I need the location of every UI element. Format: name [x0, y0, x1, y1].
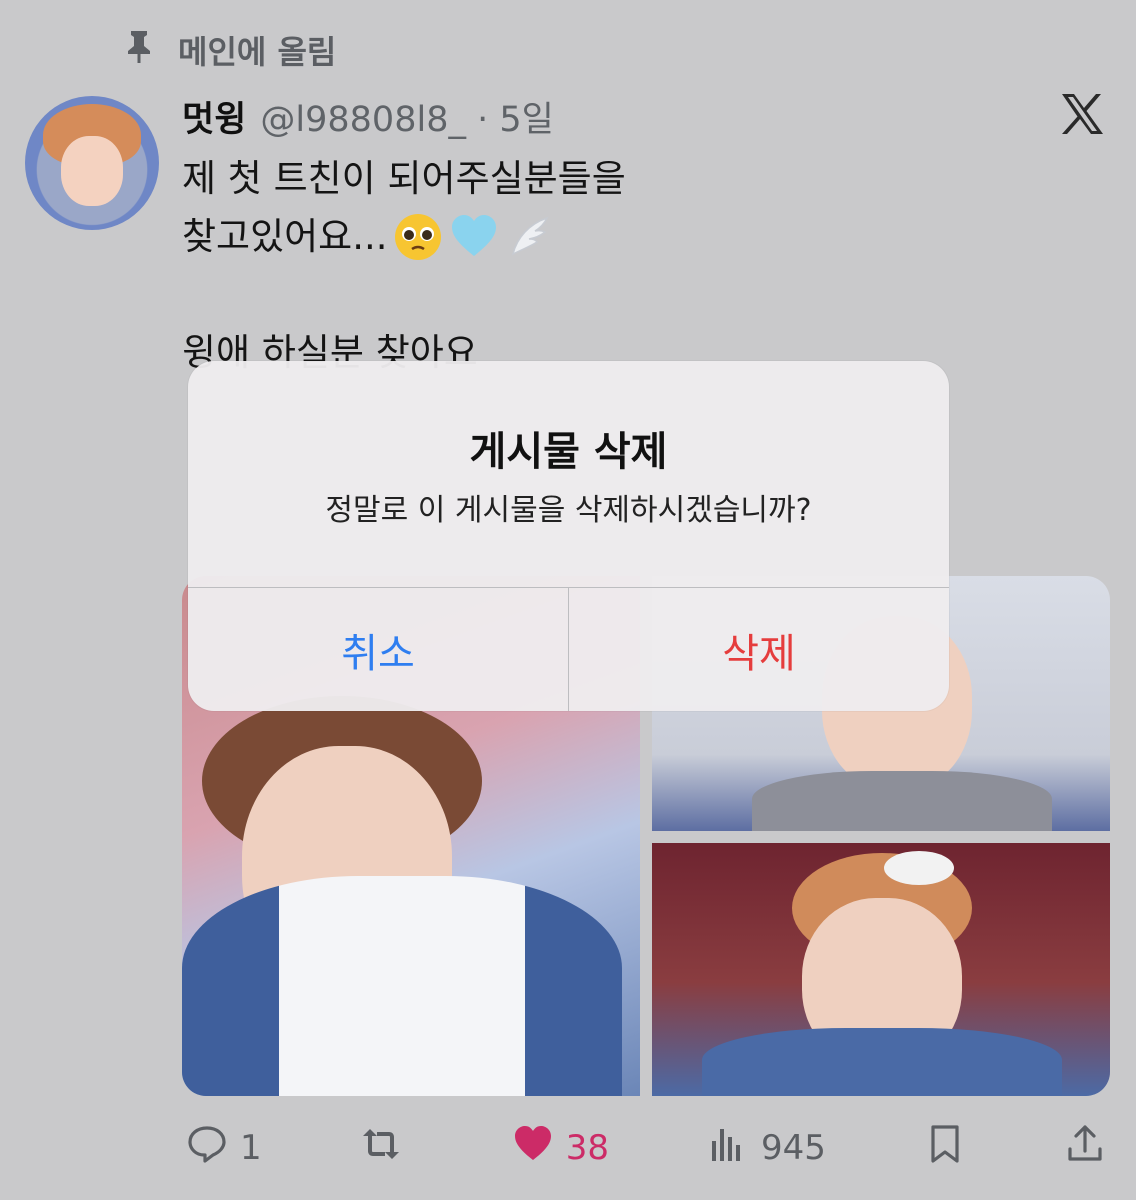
dialog-message: 정말로 이 게시물을 삭제하시겠습니까?: [325, 493, 812, 528]
delete-post-dialog: 게시물 삭제 정말로 이 게시물을 삭제하시겠습니까? 취소 삭제: [188, 361, 949, 711]
dialog-title: 게시물 삭제: [469, 429, 668, 475]
cancel-button[interactable]: 취소: [188, 588, 568, 711]
delete-button[interactable]: 삭제: [569, 588, 949, 711]
